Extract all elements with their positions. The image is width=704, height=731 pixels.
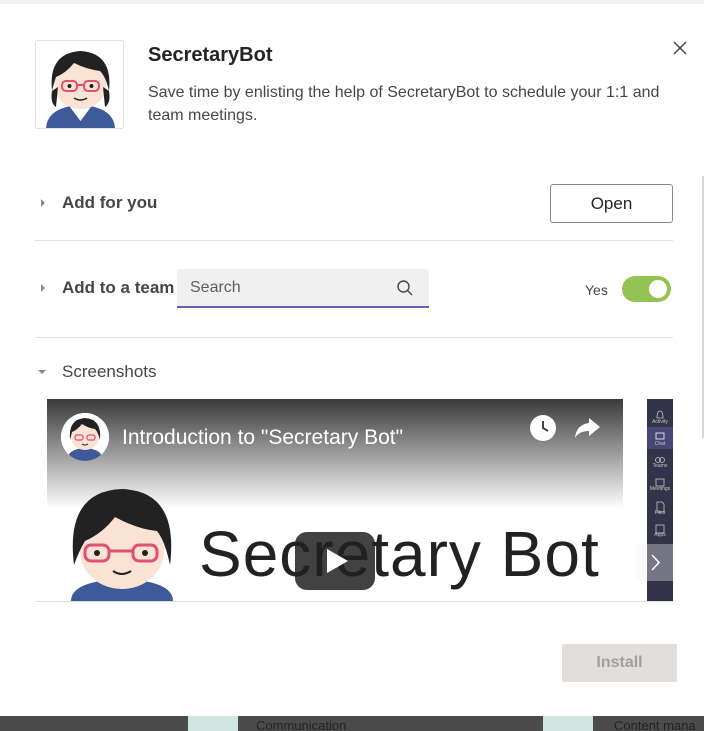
- app-title: SecretaryBot: [148, 44, 273, 66]
- background-app-label: Communication: [256, 718, 347, 731]
- app-icon: [35, 40, 124, 129]
- app-install-dialog: SecretaryBot Save time by enlisting the …: [0, 4, 704, 716]
- chevron-right-icon[interactable]: [38, 283, 48, 293]
- chevron-right-icon[interactable]: [38, 198, 48, 208]
- section-divider: [35, 601, 673, 602]
- search-icon[interactable]: [396, 279, 414, 297]
- chevron-right-icon: [651, 554, 661, 571]
- section-divider: [35, 240, 673, 241]
- background-app-row: Communication Content mana: [0, 716, 704, 731]
- add-to-team-label[interactable]: Add to a team: [62, 278, 174, 298]
- screenshots-label[interactable]: Screenshots: [62, 362, 157, 382]
- play-icon: [327, 549, 348, 573]
- section-divider: [35, 337, 673, 338]
- share-icon[interactable]: [573, 416, 601, 440]
- clock-icon[interactable]: [529, 414, 557, 442]
- thumbnail-nav-label: Meetings: [649, 486, 671, 492]
- thumbnail-nav-label: Teams: [652, 463, 668, 469]
- toggle-knob: [649, 280, 667, 298]
- close-icon: [673, 41, 687, 55]
- app-description: Save time by enlisting the help of Secre…: [148, 84, 660, 124]
- thumbnail-nav-label: Activity: [652, 419, 668, 425]
- video-banner-illustration: [59, 485, 185, 601]
- video-title[interactable]: Introduction to "Secretary Bot": [122, 426, 403, 450]
- open-button[interactable]: Open: [550, 184, 673, 223]
- team-toggle[interactable]: [622, 276, 671, 302]
- video-banner-text: Secretary Bot: [199, 518, 600, 590]
- thumbnail-nav-label: Chat: [654, 441, 666, 447]
- chevron-down-icon[interactable]: [37, 367, 47, 377]
- background-app-label: Content mana: [614, 718, 696, 731]
- channel-avatar[interactable]: [61, 413, 109, 461]
- background-app-icon: [543, 716, 593, 731]
- install-button[interactable]: Install: [562, 644, 677, 682]
- team-search-input[interactable]: [190, 277, 390, 299]
- play-button[interactable]: [295, 532, 375, 590]
- background-app-icon: [188, 716, 238, 731]
- close-button[interactable]: [668, 36, 692, 60]
- team-search-box[interactable]: [177, 269, 429, 308]
- add-for-you-label[interactable]: Add for you: [62, 193, 157, 213]
- toggle-label: Yes: [585, 282, 608, 298]
- video-thumbnail[interactable]: Introduction to "Secretary Bot" Secretar…: [47, 399, 623, 601]
- carousel-next-button[interactable]: [636, 544, 673, 581]
- thumbnail-nav-label: Files: [654, 510, 666, 516]
- thumbnail-nav-label: Apps: [654, 532, 666, 538]
